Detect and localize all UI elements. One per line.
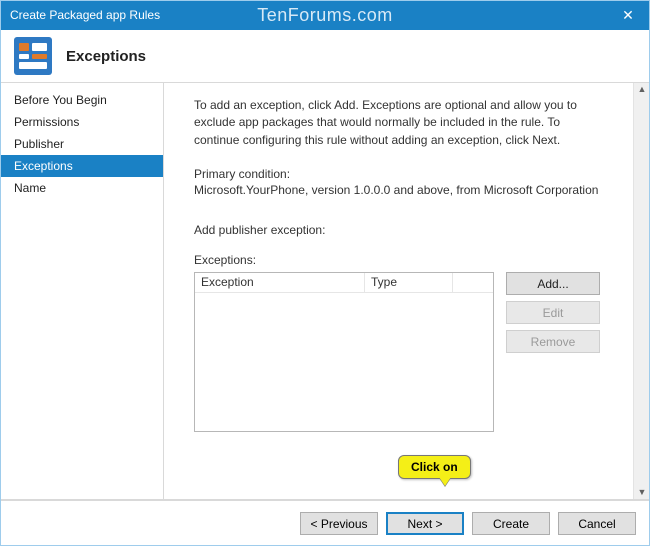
button-label: Remove xyxy=(531,335,576,349)
column-header-type[interactable]: Type xyxy=(365,273,453,292)
edit-button: Edit xyxy=(506,301,600,324)
primary-condition-label: Primary condition: xyxy=(194,167,623,181)
watermark: TenForums.com xyxy=(257,5,393,26)
add-exception-label: Add publisher exception: xyxy=(194,223,623,237)
exceptions-label: Exceptions: xyxy=(194,253,623,267)
close-icon: ✕ xyxy=(622,7,634,24)
sidebar-item-exceptions[interactable]: Exceptions xyxy=(0,155,163,177)
exception-button-stack: Add... Edit Remove xyxy=(506,272,600,353)
column-header-exception[interactable]: Exception xyxy=(195,273,365,292)
sidebar-item-label: Publisher xyxy=(14,137,64,151)
button-label: Edit xyxy=(543,306,564,320)
sidebar-item-permissions[interactable]: Permissions xyxy=(0,111,163,133)
button-label: Next > xyxy=(407,517,442,531)
button-label: Create xyxy=(493,517,529,531)
next-button[interactable]: Next > xyxy=(386,512,464,535)
sidebar-item-label: Before You Begin xyxy=(14,93,107,107)
page-title: Exceptions xyxy=(66,48,146,65)
description-text: To add an exception, click Add. Exceptio… xyxy=(194,97,594,149)
column-header-spacer xyxy=(453,273,493,292)
primary-condition-value: Microsoft.YourPhone, version 1.0.0.0 and… xyxy=(194,183,623,197)
wizard-content: Before You Begin Permissions Publisher E… xyxy=(0,83,650,499)
scroll-down-icon[interactable]: ▼ xyxy=(638,488,647,497)
main-panel: To add an exception, click Add. Exceptio… xyxy=(164,83,633,499)
exceptions-listbox[interactable]: Exception Type xyxy=(194,272,494,432)
sidebar-item-label: Permissions xyxy=(14,115,79,129)
close-button[interactable]: ✕ xyxy=(606,0,650,30)
wizard-sidebar: Before You Begin Permissions Publisher E… xyxy=(0,83,164,499)
button-label: Add... xyxy=(537,277,568,291)
titlebar: Create Packaged app Rules TenForums.com … xyxy=(0,0,650,30)
wizard-footer: < Previous Next > Create Cancel xyxy=(0,500,650,546)
exceptions-area: Exception Type Add... Edit Remove xyxy=(194,272,623,432)
add-button[interactable]: Add... xyxy=(506,272,600,295)
window-title: Create Packaged app Rules xyxy=(10,8,160,22)
remove-button: Remove xyxy=(506,330,600,353)
sidebar-item-name[interactable]: Name xyxy=(0,177,163,199)
vertical-scrollbar[interactable]: ▲ ▼ xyxy=(633,83,650,499)
sidebar-item-label: Name xyxy=(14,181,46,195)
wizard-header: Exceptions xyxy=(0,30,650,82)
button-label: < Previous xyxy=(310,517,367,531)
previous-button[interactable]: < Previous xyxy=(300,512,378,535)
sidebar-item-publisher[interactable]: Publisher xyxy=(0,133,163,155)
wizard-main: To add an exception, click Add. Exceptio… xyxy=(164,83,650,499)
sidebar-item-before-you-begin[interactable]: Before You Begin xyxy=(0,89,163,111)
list-header: Exception Type xyxy=(195,273,493,293)
app-rules-icon xyxy=(14,37,52,75)
cancel-button[interactable]: Cancel xyxy=(558,512,636,535)
scroll-up-icon[interactable]: ▲ xyxy=(638,85,647,94)
create-button[interactable]: Create xyxy=(472,512,550,535)
button-label: Cancel xyxy=(578,517,615,531)
sidebar-item-label: Exceptions xyxy=(14,159,73,173)
